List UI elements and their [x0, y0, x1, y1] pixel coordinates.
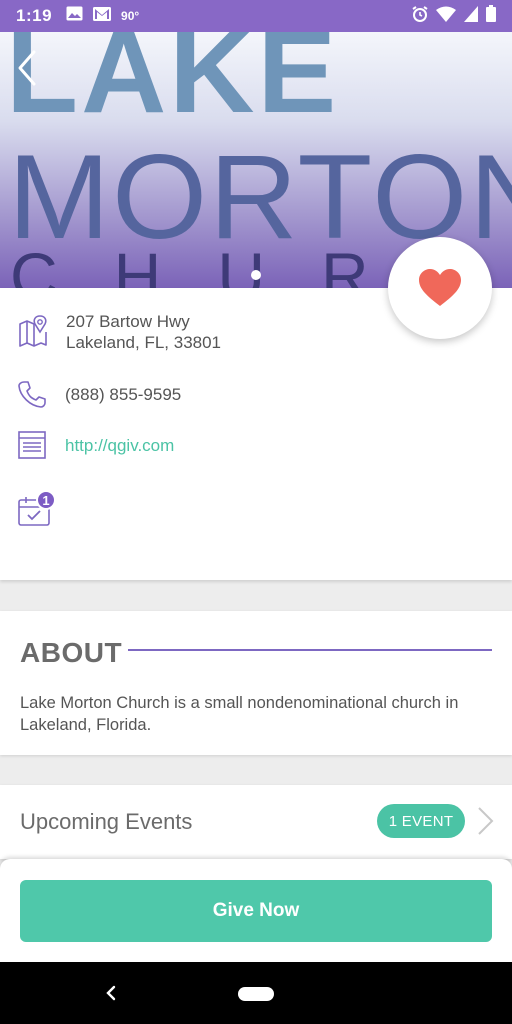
gmail-icon [93, 6, 112, 26]
status-bar: 1:19 90° [0, 0, 512, 32]
image-icon [66, 6, 83, 26]
event-count-pill: 1 EVENT [377, 804, 465, 838]
website-row[interactable]: http://qgiv.com [0, 431, 512, 461]
status-temperature: 90° [121, 9, 140, 23]
alarm-icon [412, 5, 428, 27]
about-text: Lake Morton Church is a small nondenomin… [20, 694, 459, 734]
screen: 1:19 90° LAKE MORTON CHURCH [0, 0, 512, 1024]
status-time: 1:19 [16, 6, 53, 25]
phone-icon [18, 380, 46, 413]
phone-number: (888) 855-9595 [65, 385, 182, 404]
nav-back-icon [106, 985, 116, 1001]
website-link[interactable]: http://qgiv.com [65, 435, 174, 456]
back-arrow-icon [18, 50, 36, 86]
favorite-button[interactable] [388, 237, 492, 339]
calendar-badge: 1 [36, 490, 56, 510]
give-bar: Give Now [0, 859, 512, 962]
about-title: ABOUT [20, 637, 123, 668]
status-right [412, 5, 496, 27]
upcoming-events-label: Upcoming Events [20, 809, 193, 834]
nav-home-button[interactable] [238, 987, 274, 1001]
system-nav-bar [0, 962, 512, 1024]
address-line-2: Lakeland, FL, 33801 [66, 333, 222, 352]
about-divider [128, 649, 492, 651]
browser-icon [18, 431, 46, 464]
battery-icon [486, 5, 496, 27]
chevron-right-icon [476, 805, 496, 837]
nav-back-button[interactable] [102, 982, 118, 1004]
heart-icon [419, 269, 461, 306]
calendar-row[interactable] [0, 493, 512, 529]
phone-row[interactable]: (888) 855-9595 [0, 380, 512, 410]
map-pin-icon [18, 314, 48, 353]
about-card: ABOUT Lake Morton Church is a small nond… [0, 611, 512, 755]
give-now-button[interactable]: Give Now [20, 880, 492, 942]
upcoming-events-row[interactable]: Upcoming Events 1 EVENT [0, 785, 512, 859]
wifi-icon [436, 6, 456, 27]
logo-line-lake: LAKE [6, 32, 340, 138]
address-line-1: 207 Bartow Hwy [66, 312, 190, 331]
signal-icon [464, 5, 478, 27]
back-button[interactable] [14, 48, 46, 88]
carousel-dot[interactable] [251, 270, 261, 280]
